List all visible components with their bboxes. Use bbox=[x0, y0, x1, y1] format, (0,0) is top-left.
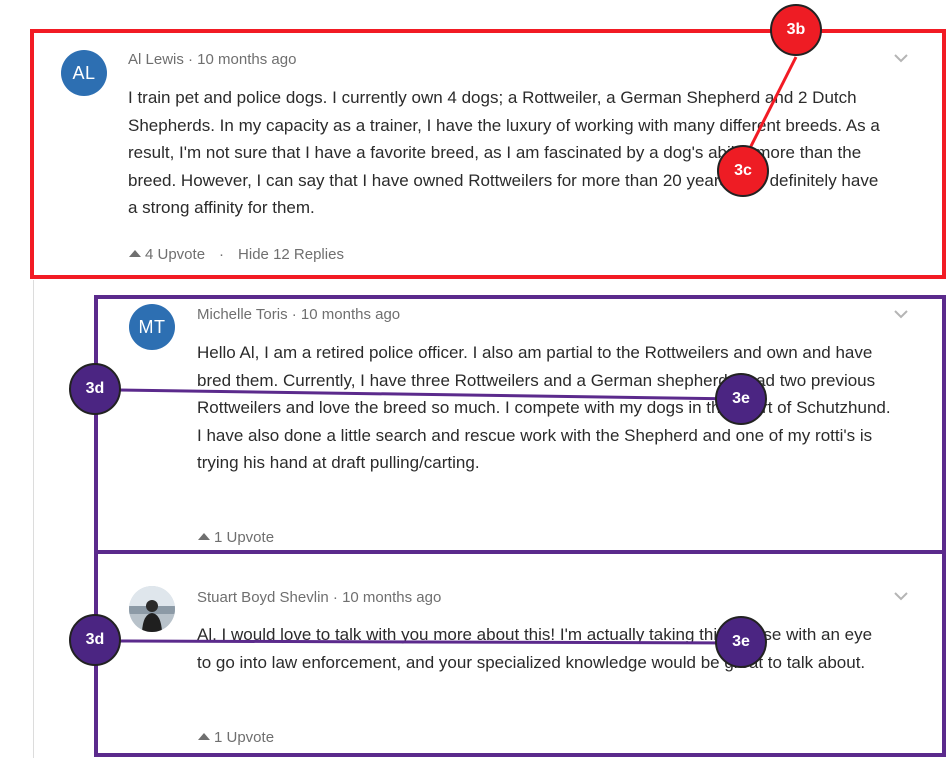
annotation-badge-3d: 3d bbox=[69, 614, 121, 666]
badge-label: 3d bbox=[85, 631, 105, 648]
badge-label: 3b bbox=[786, 21, 806, 38]
connector-3d-3e-2 bbox=[117, 639, 741, 645]
badge-label: 3e bbox=[732, 390, 750, 407]
badge-label: 3c bbox=[734, 162, 752, 179]
annotation-connectors bbox=[117, 56, 798, 645]
annotation-badge-3c: 3c bbox=[717, 145, 769, 197]
annotation-badge-3e: 3e bbox=[715, 373, 767, 425]
connector-3b-3c bbox=[742, 56, 798, 161]
annotation-badge-3e: 3e bbox=[715, 616, 767, 668]
badge-label: 3e bbox=[732, 633, 750, 650]
badge-label: 3d bbox=[85, 380, 105, 397]
annotation-badge-3b: 3b bbox=[770, 4, 822, 56]
connector-3d-3e-1 bbox=[117, 388, 741, 401]
annotation-badge-3d: 3d bbox=[69, 363, 121, 415]
